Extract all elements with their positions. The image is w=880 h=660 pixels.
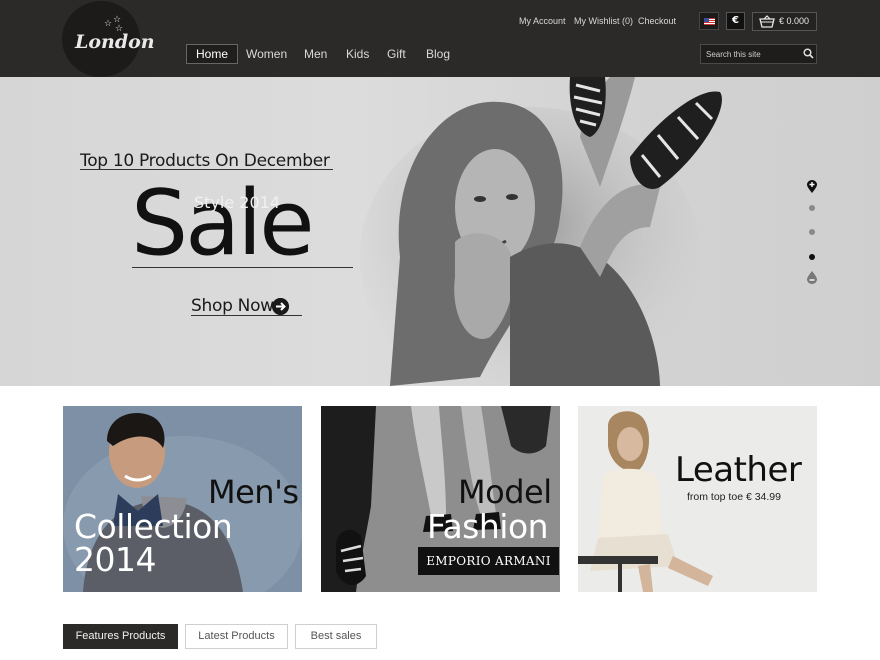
shop-now-link[interactable]: Shop Now [191, 296, 274, 316]
search-icon[interactable] [803, 48, 814, 59]
hero-divider [191, 315, 302, 316]
hero-divider [80, 169, 333, 170]
slider-dot[interactable] [809, 229, 815, 235]
search-input[interactable] [706, 47, 796, 61]
nav-women[interactable]: Women [246, 44, 287, 64]
banner-fashion-line2: Fashion [427, 507, 549, 546]
banner-leather[interactable]: Leather from top toe € 34.99 [578, 406, 817, 592]
hero-subheading: Top 10 Products On December [80, 151, 330, 171]
slider-up-icon[interactable] [806, 180, 818, 194]
language-selector[interactable] [699, 12, 719, 30]
slider-down-icon[interactable] [806, 270, 818, 285]
nav-men[interactable]: Men [304, 44, 327, 64]
hero-model-image [360, 77, 722, 386]
nav-home[interactable]: Home [186, 44, 239, 64]
site-header: ☆ ☆ ☆ London My Account My Wishlist (0) … [0, 0, 880, 77]
hero-slider: Top 10 Products On December Sale Style 2… [0, 77, 880, 386]
banner-mens-line1: Men's [208, 473, 299, 511]
tab-latest-products[interactable]: Latest Products [185, 624, 288, 649]
arrow-right-icon[interactable] [272, 298, 289, 315]
slider-pagination [804, 180, 820, 290]
banner-leather-title: Leather [675, 450, 802, 490]
nav-kids[interactable]: Kids [346, 44, 369, 64]
emporio-armani-logo: EMPORIO ARMANI [418, 547, 559, 575]
banner-leather-subtitle: from top toe € 34.99 [687, 491, 781, 503]
us-flag-icon [704, 18, 715, 25]
nav-blog[interactable]: Blog [426, 44, 450, 64]
banner-mens-collection[interactable]: Men's Collection 2014 [63, 406, 302, 592]
my-account-link[interactable]: My Account [519, 16, 566, 28]
currency-selector[interactable]: € [726, 12, 745, 30]
tab-features-products[interactable]: Features Products [63, 624, 178, 649]
hero-divider [132, 267, 353, 268]
banner-mens-line2: Collection 2014 [74, 507, 233, 579]
basket-icon [759, 15, 775, 28]
nav-gift[interactable]: Gift [387, 44, 406, 64]
tab-best-sales[interactable]: Best sales [295, 624, 377, 649]
logo[interactable]: ☆ ☆ ☆ London [62, 1, 155, 77]
slider-dot[interactable] [809, 205, 815, 211]
checkout-link[interactable]: Checkout [638, 16, 676, 28]
banner-fashion-line1: Model [458, 473, 552, 511]
cart-total: € 0.000 [779, 16, 810, 26]
logo-text: London [75, 31, 155, 53]
cart-button[interactable]: € 0.000 [752, 12, 817, 31]
hero-headline: Sale [131, 171, 315, 276]
slider-dot[interactable] [809, 254, 815, 260]
my-wishlist-link[interactable]: My Wishlist (0) [574, 16, 633, 28]
hero-overlay-text: Style 2014 [194, 193, 280, 212]
search-box [700, 44, 817, 64]
